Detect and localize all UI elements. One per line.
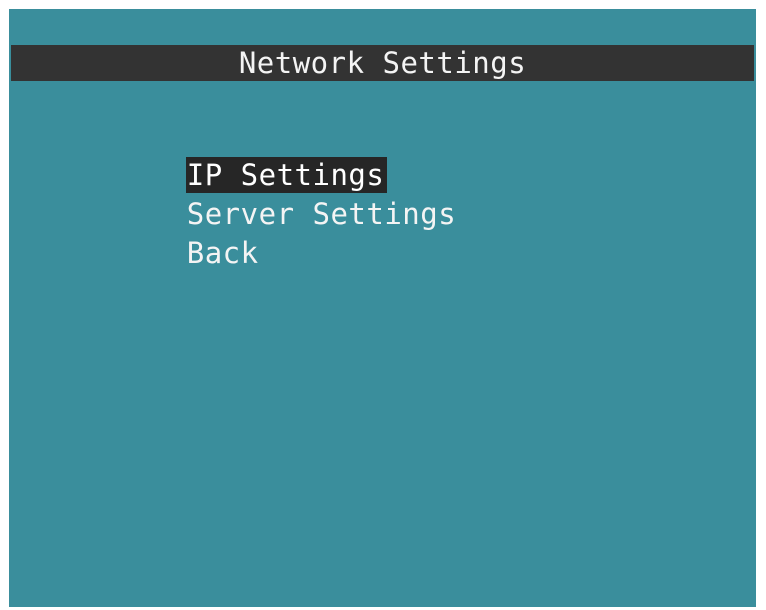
- page-title: Network Settings: [11, 45, 754, 81]
- menu-item-label: IP Settings: [185, 157, 388, 193]
- network-settings-screen: Network Settings IP Settings Server Sett…: [9, 9, 756, 607]
- menu-item-label: Back: [186, 236, 259, 270]
- menu-item-label: Server Settings: [186, 197, 457, 231]
- settings-menu: IP Settings Server Settings Back: [78, 117, 459, 270]
- menu-item-ip-settings[interactable]: IP Settings: [78, 117, 459, 193]
